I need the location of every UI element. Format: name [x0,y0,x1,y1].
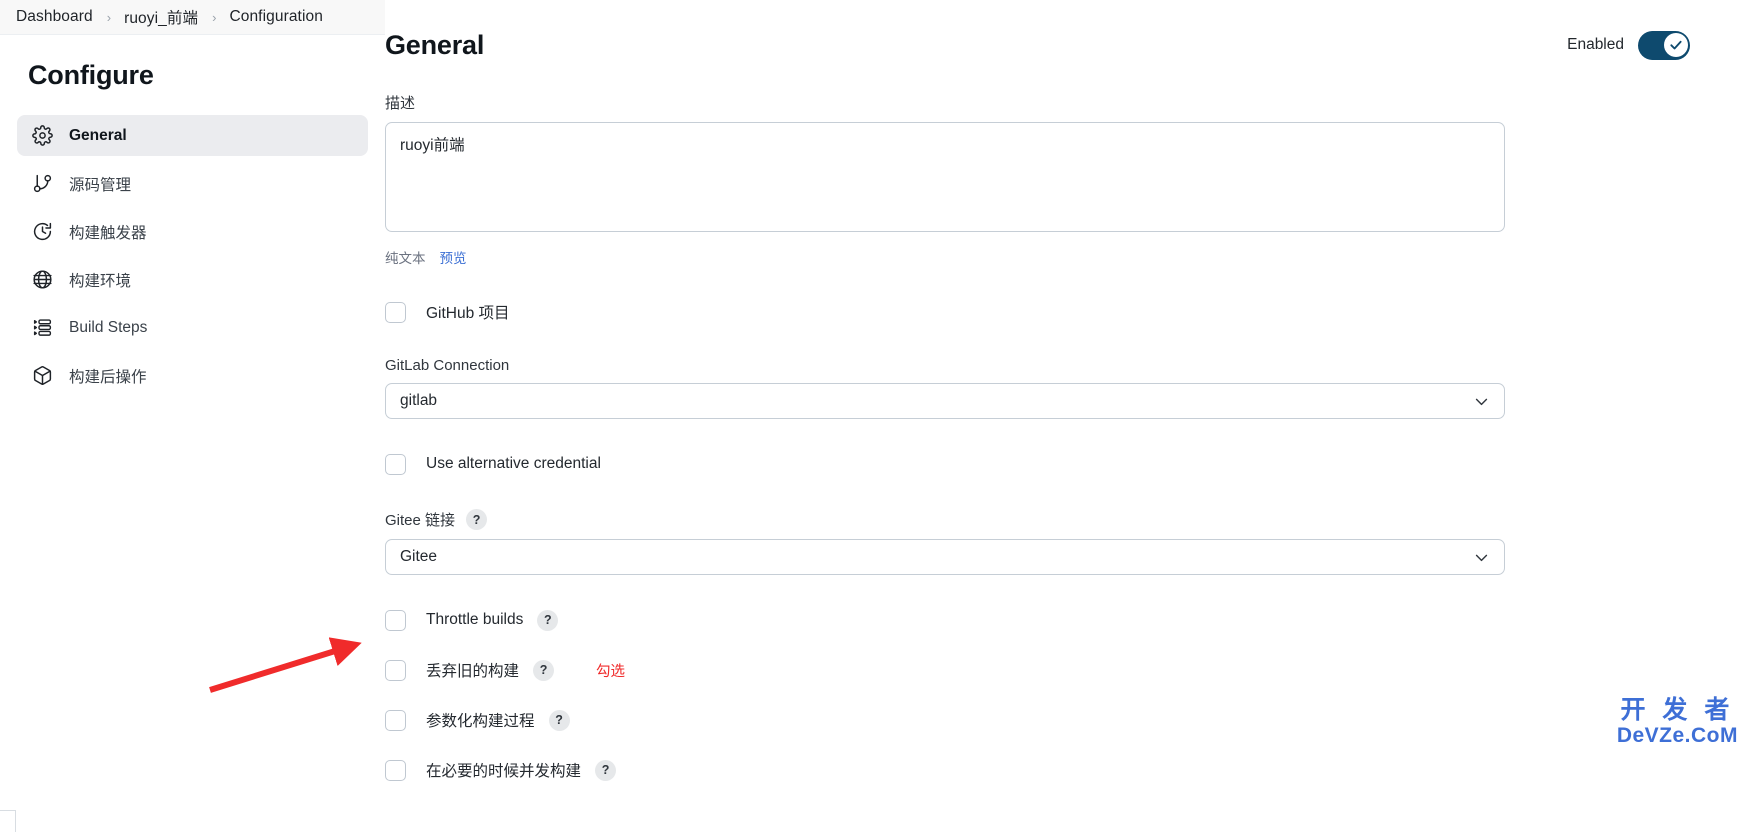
main-content: General Enabled 描述 纯文本 预览 [385,0,1750,832]
gitlab-connection-field: GitLab Connection gitlab [385,357,1750,419]
page-title: General [385,29,485,60]
toggle-knob [1663,33,1688,57]
preview-link[interactable]: 预览 [440,247,467,267]
throttle-builds-help-icon[interactable]: ? [537,609,559,631]
breadcrumb-item-configuration[interactable]: Configuration [227,8,325,26]
breadcrumb-item-project[interactable]: ruoyi_前端 [122,6,200,28]
use-alternative-credential-checkbox[interactable] [385,453,406,475]
parameterized-build-label: 参数化构建过程 [426,713,535,730]
enabled-toggle-group: Enabled [1567,30,1690,60]
gitee-link-label: Gitee 链接 [385,512,456,529]
form-spacer [385,733,1750,757]
description-links: 纯文本 预览 [385,247,1750,267]
form-spacer [385,325,1750,357]
form-spacer [385,267,1750,299]
discard-old-builds-label: 丢弃旧的构建 [426,663,520,680]
sidebar-item-label: 构建后操作 [69,368,147,386]
corner-artifact [0,810,16,832]
gitee-link-help-icon[interactable]: ? [466,509,488,530]
gitee-link-select[interactable]: Gitee [385,539,1505,575]
parameterized-build-checkbox[interactable] [385,709,406,731]
discard-old-builds-checkbox[interactable] [385,659,406,681]
list-steps-icon [29,315,55,341]
throttle-builds-row: Throttle builds ? [385,607,1750,633]
sidebar-item-build-environment[interactable]: 构建环境 [17,259,368,300]
clock-icon [29,219,55,245]
concurrent-build-checkbox[interactable] [385,759,406,781]
form-spacer [385,477,1750,509]
form-spacer [385,633,1750,657]
concurrent-build-row: 在必要的时候并发构建 ? [385,757,1750,783]
enabled-label: Enabled [1567,36,1624,53]
concurrent-build-label: 在必要的时候并发构建 [426,763,582,780]
sidebar-item-build-triggers[interactable]: 构建触发器 [17,211,368,252]
enabled-toggle[interactable] [1638,30,1690,60]
chevron-down-icon [1473,549,1490,566]
sidebar-list: General 源码管理 构建触发器 构建环境 Build Steps 构建后操… [0,115,385,396]
description-label: 描述 [385,95,416,112]
page-root: Dashboard › ruoyi_前端 › Configuration Con… [0,0,1750,832]
throttle-builds-label: Throttle builds [426,611,524,628]
discard-old-builds-row: 丢弃旧的构建 ? 勾选 [385,657,1750,683]
description-field: 描述 纯文本 预览 [385,92,1750,267]
concurrent-build-help-icon[interactable]: ? [595,759,617,781]
package-icon [29,363,55,389]
sidebar-item-post-build-actions[interactable]: 构建后操作 [17,355,368,396]
main-header: General Enabled [385,23,1750,67]
sidebar-item-label: 源码管理 [69,176,132,194]
use-alternative-credential-label: Use alternative credential [426,455,601,472]
sidebar-item-label: General [69,126,127,144]
chevron-down-icon [1473,393,1490,410]
sidebar-title: Configure [28,60,154,90]
form-spacer [385,575,1750,607]
sidebar-item-build-steps[interactable]: Build Steps [17,307,368,348]
description-input[interactable] [385,122,1505,232]
sidebar-item-source-management[interactable]: 源码管理 [17,163,368,204]
sidebar-item-general[interactable]: General [17,115,368,156]
breadcrumb-separator-icon: › [106,9,112,25]
breadcrumb-separator-icon: › [212,9,217,25]
gitlab-connection-label: GitLab Connection [385,357,510,374]
gitlab-connection-value: gitlab [400,392,438,409]
sidebar: Configure General 源码管理 构建触发器 构建环境 Build … [0,35,385,832]
sidebar-item-label: Build Steps [69,318,148,336]
form-spacer [385,683,1750,707]
github-project-checkbox[interactable] [385,301,406,323]
github-project-row: GitHub 项目 [385,299,1750,325]
parameterized-build-help-icon[interactable]: ? [548,709,570,731]
gear-icon [29,123,55,149]
gitee-link-field: Gitee 链接 ? Gitee [385,509,1750,575]
git-branch-icon [29,171,55,197]
use-alternative-credential-row: Use alternative credential [385,451,1750,477]
sidebar-item-label: 构建触发器 [69,224,147,242]
sidebar-item-label: 构建环境 [69,272,132,290]
check-icon [1669,40,1682,50]
github-project-label: GitHub 项目 [426,305,510,322]
gitee-link-label-row: Gitee 链接 ? [385,509,1750,530]
breadcrumb-item-dashboard[interactable]: Dashboard [14,8,95,26]
gitlab-connection-select[interactable]: gitlab [385,383,1505,419]
general-form: 描述 纯文本 预览 GitHub 项目 GitLab Connection gi… [385,92,1750,783]
annotation-check-this: 勾选 [596,663,626,680]
throttle-builds-checkbox[interactable] [385,609,406,631]
plain-text-label: 纯文本 [385,251,426,266]
form-spacer [385,419,1750,451]
discard-old-builds-help-icon[interactable]: ? [533,659,555,681]
parameterized-build-row: 参数化构建过程 ? [385,707,1750,733]
globe-icon [29,267,55,293]
gitee-link-value: Gitee [400,548,438,565]
